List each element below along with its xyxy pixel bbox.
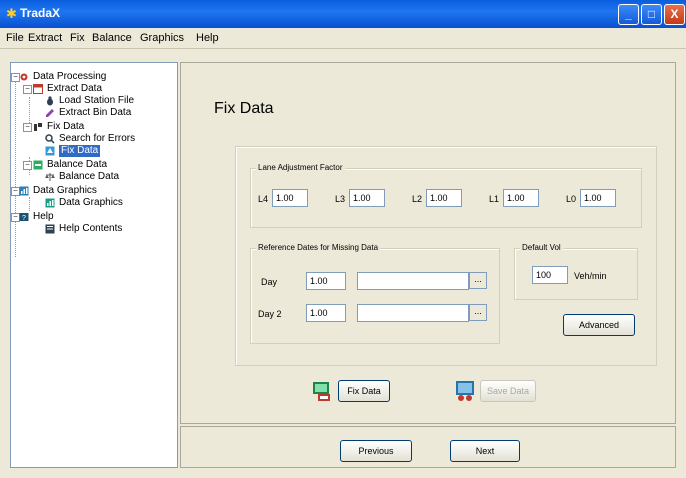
svg-text:?: ?	[22, 215, 26, 222]
lane-factor-field[interactable]: 1.00	[426, 189, 462, 207]
scale-icon	[45, 173, 55, 181]
day-label: Day	[261, 277, 278, 287]
menu-balance[interactable]: Balance	[92, 32, 132, 44]
minimize-button[interactable]: _	[618, 4, 639, 25]
fix-icon	[45, 146, 55, 156]
next-button[interactable]: Next	[450, 440, 520, 462]
tree-label: Extract Data	[47, 83, 103, 94]
lane-factor-field[interactable]: 1.00	[503, 189, 539, 207]
search-icon	[45, 134, 55, 144]
lane-factor-field[interactable]: 1.00	[349, 189, 385, 207]
tree-label: Load Station File	[59, 95, 135, 106]
default-vol-field[interactable]: 100	[532, 266, 568, 284]
menu-extract[interactable]: Extract	[28, 32, 62, 44]
app-icon: ✱	[6, 6, 17, 21]
tree-label: Balance Data	[47, 159, 108, 170]
menu-graphics[interactable]: Graphics	[140, 32, 184, 44]
tree-label: Data Graphics	[59, 197, 123, 208]
default-vol-label: Default Vol	[520, 243, 563, 252]
lane-adjustment-label: Lane Adjustment Factor	[256, 163, 345, 172]
maximize-button[interactable]: □	[641, 4, 662, 25]
tree-label: Fix Data	[47, 121, 85, 132]
menu-help[interactable]: Help	[196, 32, 219, 44]
gear-icon	[20, 73, 28, 81]
lane-label: L4	[258, 194, 269, 204]
help-book-icon: ?	[19, 213, 29, 222]
tree-label: Help Contents	[59, 223, 123, 234]
default-vol-unit: Veh/min	[574, 271, 607, 281]
bug-icon	[47, 96, 53, 106]
table-icon	[33, 84, 43, 94]
tools-icon	[34, 123, 42, 131]
day-date-field[interactable]	[357, 304, 469, 322]
pencil-icon	[46, 109, 54, 117]
title-bar: ✱ TradaX _ □ X	[0, 0, 686, 28]
tree-label: Balance Data	[59, 171, 120, 182]
tree-label: Search for Errors	[59, 133, 136, 144]
browse-button[interactable]: ...	[469, 304, 487, 321]
chart-icon	[19, 186, 29, 196]
lane-label: L0	[566, 194, 577, 204]
fix-data-button[interactable]: Fix Data	[338, 380, 390, 402]
previous-button[interactable]: Previous	[340, 440, 412, 462]
save-data-button[interactable]: Save Data	[480, 380, 536, 402]
fix-data-icon	[313, 382, 330, 401]
lane-factor-field[interactable]: 1.00	[272, 189, 308, 207]
advanced-button[interactable]: Advanced	[563, 314, 635, 336]
day-date-field[interactable]	[357, 272, 469, 290]
lane-factor-field[interactable]: 1.00	[580, 189, 616, 207]
tree-label: Help	[33, 211, 54, 222]
window-title: TradaX	[20, 6, 61, 20]
tree-label: Data Processing	[33, 71, 107, 82]
save-data-icon	[456, 381, 474, 401]
menu-file[interactable]: File	[6, 32, 24, 44]
navigation-tree: − Data Processing − Extract Data Load St…	[10, 62, 178, 468]
tree-label: Extract Bin Data	[59, 107, 132, 118]
help-page-icon	[45, 224, 55, 234]
tree-label: Data Graphics	[33, 185, 97, 196]
day-label: Day 2	[258, 309, 282, 319]
tree-label: Fix Data	[59, 145, 101, 157]
lane-label: L3	[335, 194, 346, 204]
lane-label: L1	[489, 194, 500, 204]
menu-fix[interactable]: Fix	[70, 32, 85, 44]
balance-icon	[33, 160, 43, 170]
wizard-footer	[180, 426, 676, 468]
browse-button[interactable]: ...	[469, 272, 487, 289]
reference-dates-group	[250, 248, 500, 344]
close-button[interactable]: X	[664, 4, 685, 25]
reference-dates-label: Reference Dates for Missing Data	[256, 243, 381, 252]
chart-icon	[45, 198, 55, 208]
page-title: Fix Data	[214, 100, 274, 117]
lane-label: L2	[412, 194, 423, 204]
day-factor-field[interactable]: 1.00	[306, 304, 346, 322]
day-factor-field[interactable]: 1.00	[306, 272, 346, 290]
menu-bar: File Extract Fix Balance Graphics Help	[0, 28, 686, 49]
